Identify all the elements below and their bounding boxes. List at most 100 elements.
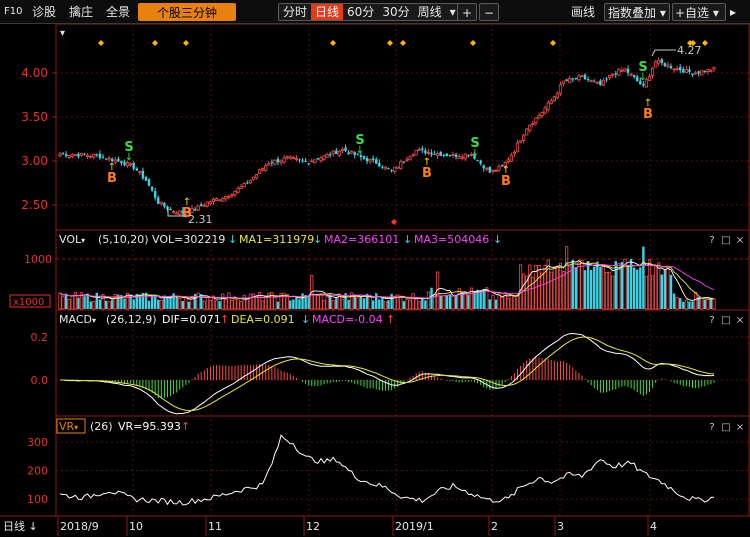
buy-signal[interactable]: B [422, 166, 432, 181]
event-marker[interactable] [330, 40, 336, 46]
vol-bar [77, 297, 80, 309]
candle [378, 159, 381, 168]
vol-bar [248, 293, 252, 310]
vol-indicator-name[interactable]: VOL▾ [59, 233, 85, 246]
stock-3min-button[interactable]: 个股三分钟 [138, 3, 236, 21]
vol-bar [488, 299, 492, 309]
candle [83, 152, 86, 156]
vol-bar [684, 299, 688, 310]
event-marker[interactable] [702, 40, 708, 46]
candle [61, 152, 65, 156]
vol-bar [298, 299, 301, 309]
candle [211, 197, 216, 205]
tab-daily[interactable]: 日线 [311, 4, 344, 20]
event-marker[interactable] [550, 40, 556, 46]
main-dropdown-icon[interactable]: ▾ [60, 28, 65, 39]
maximize-icon[interactable]: □ [721, 315, 730, 326]
candle [421, 145, 424, 153]
diagnose-button[interactable]: 诊股 [32, 3, 56, 21]
candle [454, 152, 458, 160]
ma1-down-arrow: ↓ [313, 233, 322, 246]
vol-bar [166, 296, 169, 309]
buy-signal[interactable]: B [501, 174, 511, 189]
vol-bar [86, 293, 89, 309]
buy-signal[interactable]: B [643, 107, 653, 122]
buy-signal[interactable]: B [107, 171, 117, 186]
candle [285, 155, 289, 160]
vol-bar [239, 301, 243, 310]
maximize-icon[interactable]: □ [721, 235, 730, 246]
zoom-in-button[interactable]: + [457, 3, 477, 21]
tab-weekly[interactable]: 周线 [414, 4, 446, 20]
vol-bar [387, 300, 390, 309]
x-axis-label: 3 [557, 520, 564, 533]
maximize-icon[interactable]: □ [721, 422, 730, 433]
vol-bar [147, 300, 151, 309]
vol-bar [83, 296, 86, 309]
x-axis-label: 4 [650, 520, 657, 533]
vol-bar [561, 270, 566, 310]
candle [381, 165, 384, 170]
vol-bar [700, 297, 704, 310]
vol-bar [663, 269, 667, 309]
event-marker[interactable] [183, 40, 189, 46]
close-icon[interactable]: × [736, 422, 744, 433]
f10-button[interactable]: F10 [4, 3, 22, 21]
sell-arrow-icon: ↓ [125, 152, 133, 163]
add-watchlist-label: +自选 [675, 6, 710, 20]
candle [697, 70, 700, 77]
help-icon[interactable]: ? [709, 422, 714, 433]
event-marker[interactable] [98, 40, 104, 46]
candle [691, 73, 694, 78]
tab-30min[interactable]: 30分 [378, 4, 413, 20]
tab-60min[interactable]: 60分 [343, 4, 378, 20]
index-overlay-dropdown[interactable]: 指数叠加 ▾ [604, 3, 670, 21]
event-marker[interactable] [387, 40, 393, 46]
more-icon[interactable]: ▸ [730, 3, 736, 21]
vol-bar [494, 299, 498, 309]
help-icon[interactable]: ? [709, 315, 714, 326]
candle [172, 209, 176, 214]
x-axis-period[interactable]: 日线 ↓ [3, 519, 38, 533]
low-label: 2.31 [188, 213, 213, 226]
event-marker[interactable] [400, 40, 406, 46]
vr-indicator-name[interactable]: VR▾ [59, 420, 78, 433]
vol-bar [430, 287, 433, 309]
add-watchlist-dropdown[interactable]: +自选 ▾ [672, 3, 726, 21]
help-icon[interactable]: ? [709, 235, 714, 246]
vol-value: VOL=302219 [152, 233, 225, 246]
candle [693, 70, 698, 75]
panorama-button[interactable]: 全景 [106, 3, 130, 21]
zhuozhu-button[interactable]: 擒庄 [69, 3, 93, 21]
vol-bar [546, 259, 550, 310]
vol-bar [549, 271, 553, 310]
vol-bar [89, 301, 92, 309]
close-icon[interactable]: × [736, 315, 744, 326]
candle [390, 169, 393, 173]
vol-bar [682, 301, 685, 309]
candle [682, 66, 685, 74]
candle [663, 62, 667, 67]
candle [577, 73, 581, 82]
event-marker[interactable] [152, 40, 158, 46]
candle [350, 150, 354, 155]
vol-bar [552, 266, 556, 310]
candle [620, 67, 624, 72]
event-marker[interactable] [470, 40, 476, 46]
candle [224, 195, 228, 202]
macd-indicator-name[interactable]: MACD▾ [59, 313, 96, 326]
tab-intraday[interactable]: 分时 [279, 4, 311, 20]
candle [491, 169, 495, 174]
candle [679, 63, 682, 74]
vol-bar [706, 299, 710, 310]
vol-bar [531, 276, 535, 310]
candle [163, 202, 166, 209]
candle [301, 157, 304, 163]
candle [476, 159, 479, 162]
draw-line-button[interactable]: 画线 [571, 3, 595, 21]
zoom-out-button[interactable]: − [479, 3, 499, 21]
sell-arrow-icon: ↓ [356, 145, 364, 156]
candle [218, 199, 222, 202]
close-icon[interactable]: × [736, 235, 744, 246]
candle [298, 158, 301, 163]
